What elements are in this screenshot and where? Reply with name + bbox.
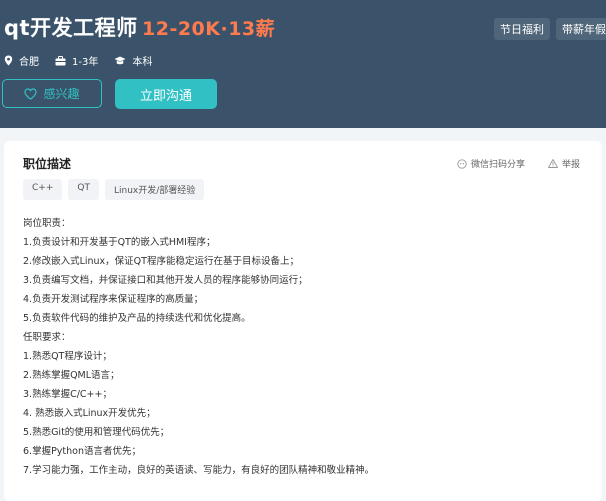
description-line: 1.熟悉QT程序设计；	[23, 351, 112, 362]
skill-tag: C++	[23, 179, 63, 200]
description-line: 2.熟练掌握QML语言；	[23, 370, 120, 381]
meta-education: 本科	[114, 53, 152, 68]
job-description: 岗位职责： 1.负责设计和开发基于QT的嵌入式HMI程序； 2.修改嵌入式Lin…	[23, 214, 583, 480]
section-title: 职位描述	[23, 157, 72, 171]
location-text: 合肥	[19, 57, 39, 68]
share-label: 微信扫码分享	[471, 160, 526, 170]
report-link[interactable]: 举报	[548, 157, 580, 170]
benefit-tags: 节日福利 带薪年假	[494, 18, 606, 40]
skill-tag: Linux开发/部署经验	[104, 179, 205, 200]
job-header: qt开发工程师 12-20K·13薪 节日福利 带薪年假 合肥 1-3年 本科 …	[0, 0, 606, 128]
salary: 12-20K·13薪	[142, 18, 276, 40]
warning-icon	[548, 159, 558, 168]
interest-button[interactable]: 感兴趣	[2, 79, 102, 108]
job-meta: 合肥 1-3年 本科	[4, 53, 152, 68]
benefit-tag: 带薪年假	[556, 18, 606, 40]
experience-text: 1-3年	[72, 57, 99, 68]
description-line: 4. 熟悉嵌入式Linux开发优先；	[23, 408, 156, 419]
meta-experience: 1-3年	[55, 53, 98, 68]
education-text: 本科	[132, 57, 153, 68]
description-line: 5.熟悉Git的使用和管理代码优先；	[23, 427, 170, 438]
description-line: 2.修改嵌入式Linux，保证QT程序能稳定运行在基于目标设备上；	[23, 256, 299, 267]
briefcase-icon	[55, 55, 66, 65]
report-label: 举报	[562, 160, 581, 170]
job-title: qt开发工程师	[4, 16, 138, 40]
benefit-tag: 节日福利	[494, 18, 550, 40]
chat-button[interactable]: 立即沟通	[115, 79, 217, 109]
wechat-share-link[interactable]: 微信扫码分享	[457, 157, 525, 170]
description-line: 4.负责开发测试程序来保证程序的高质量；	[23, 294, 204, 305]
heart-icon	[24, 87, 38, 100]
job-description-card: 职位描述 微信扫码分享 举报 C++ QT Linux开发/部署经验 岗位职责：…	[4, 141, 602, 501]
skill-tags: C++ QT Linux开发/部署经验	[23, 179, 205, 200]
description-line: 5.负责软件代码的维护及产品的持续迭代和优化提高。	[23, 313, 251, 324]
description-line: 3.负责编写文档，并保证接口和其他开发人员的程序能够协同运行；	[23, 275, 308, 286]
wechat-icon	[457, 158, 467, 169]
graduation-cap-icon	[114, 56, 126, 64]
description-line: 7.学习能力强，工作主动，良好的英语读、写能力，有良好的团队精神和敬业精神。	[23, 465, 375, 476]
description-line: 任职要求：	[23, 332, 71, 343]
description-line: 岗位职责：	[23, 218, 71, 229]
location-pin-icon	[4, 55, 13, 66]
interest-label: 感兴趣	[43, 87, 80, 101]
meta-location: 合肥	[4, 53, 39, 68]
description-line: 3.熟练掌握C/C++；	[23, 389, 112, 400]
description-line: 1.负责设计和开发基于QT的嵌入式HMI程序；	[23, 237, 216, 248]
description-line: 6.掌握Python语言者优先；	[23, 446, 141, 457]
skill-tag: QT	[68, 179, 99, 200]
